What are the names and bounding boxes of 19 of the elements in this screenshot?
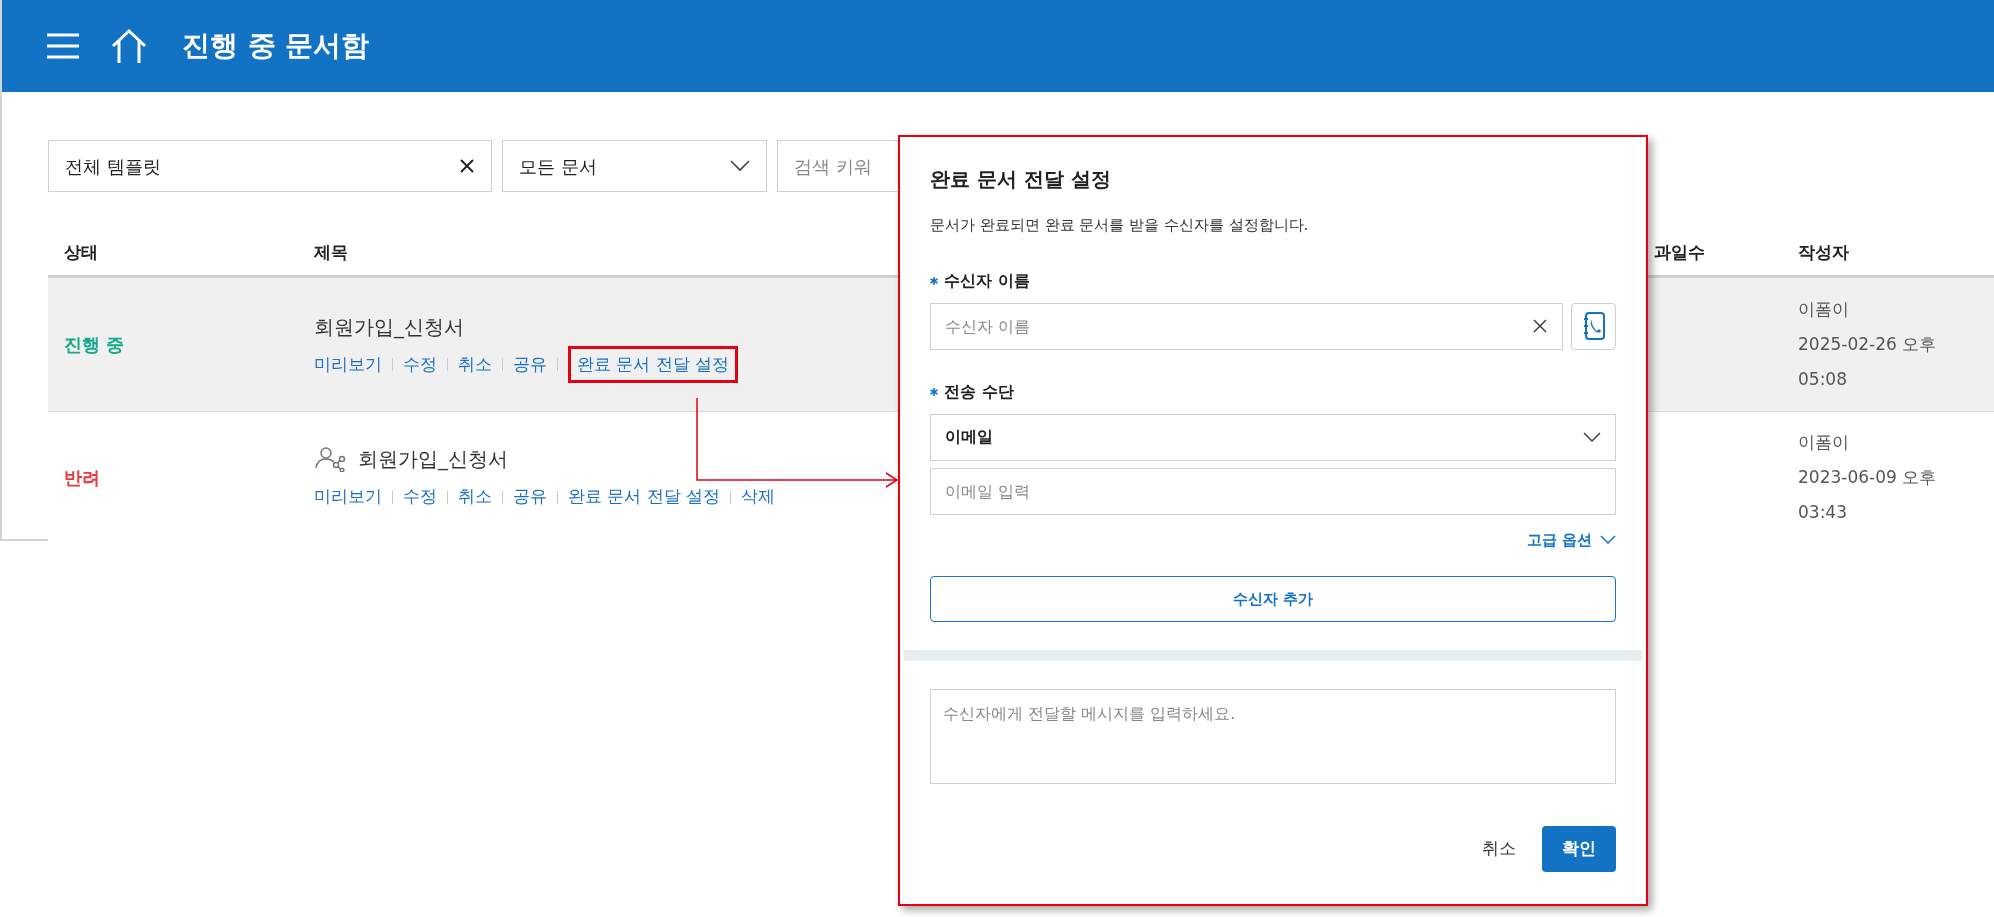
author-name: 이폼이	[1798, 430, 1850, 454]
date-text: 2025-02-26 오후	[1798, 333, 1938, 356]
column-header: 작성자	[1798, 242, 1849, 262]
time-text: 05:08	[1798, 368, 1848, 391]
field-label: 전송 수단	[944, 380, 1014, 403]
dialog-title: 완료 문서 전달 설정	[930, 166, 1112, 193]
status-label: 반려	[64, 466, 100, 488]
document-title: 회원가입_신청서	[314, 313, 464, 341]
author-name: 이폼이	[1798, 298, 1850, 321]
document-title: 회원가입_신청서	[358, 446, 508, 474]
dialog-description: 문서가 완료되면 완료 문서를 받을 수신자를 설정합니다.	[930, 215, 1310, 236]
time-text: 03:43	[1798, 500, 1848, 524]
status-label: 진행 중	[64, 334, 125, 355]
date-text: 2023-06-09 오후	[1798, 465, 1938, 489]
page-title: 진행 중 문서함	[182, 28, 370, 64]
column-header: 제목	[314, 242, 348, 262]
column-header: 상태	[64, 242, 98, 262]
column-header: 과일수	[1654, 242, 1705, 262]
field-label: 수신자 이름	[944, 269, 1030, 292]
